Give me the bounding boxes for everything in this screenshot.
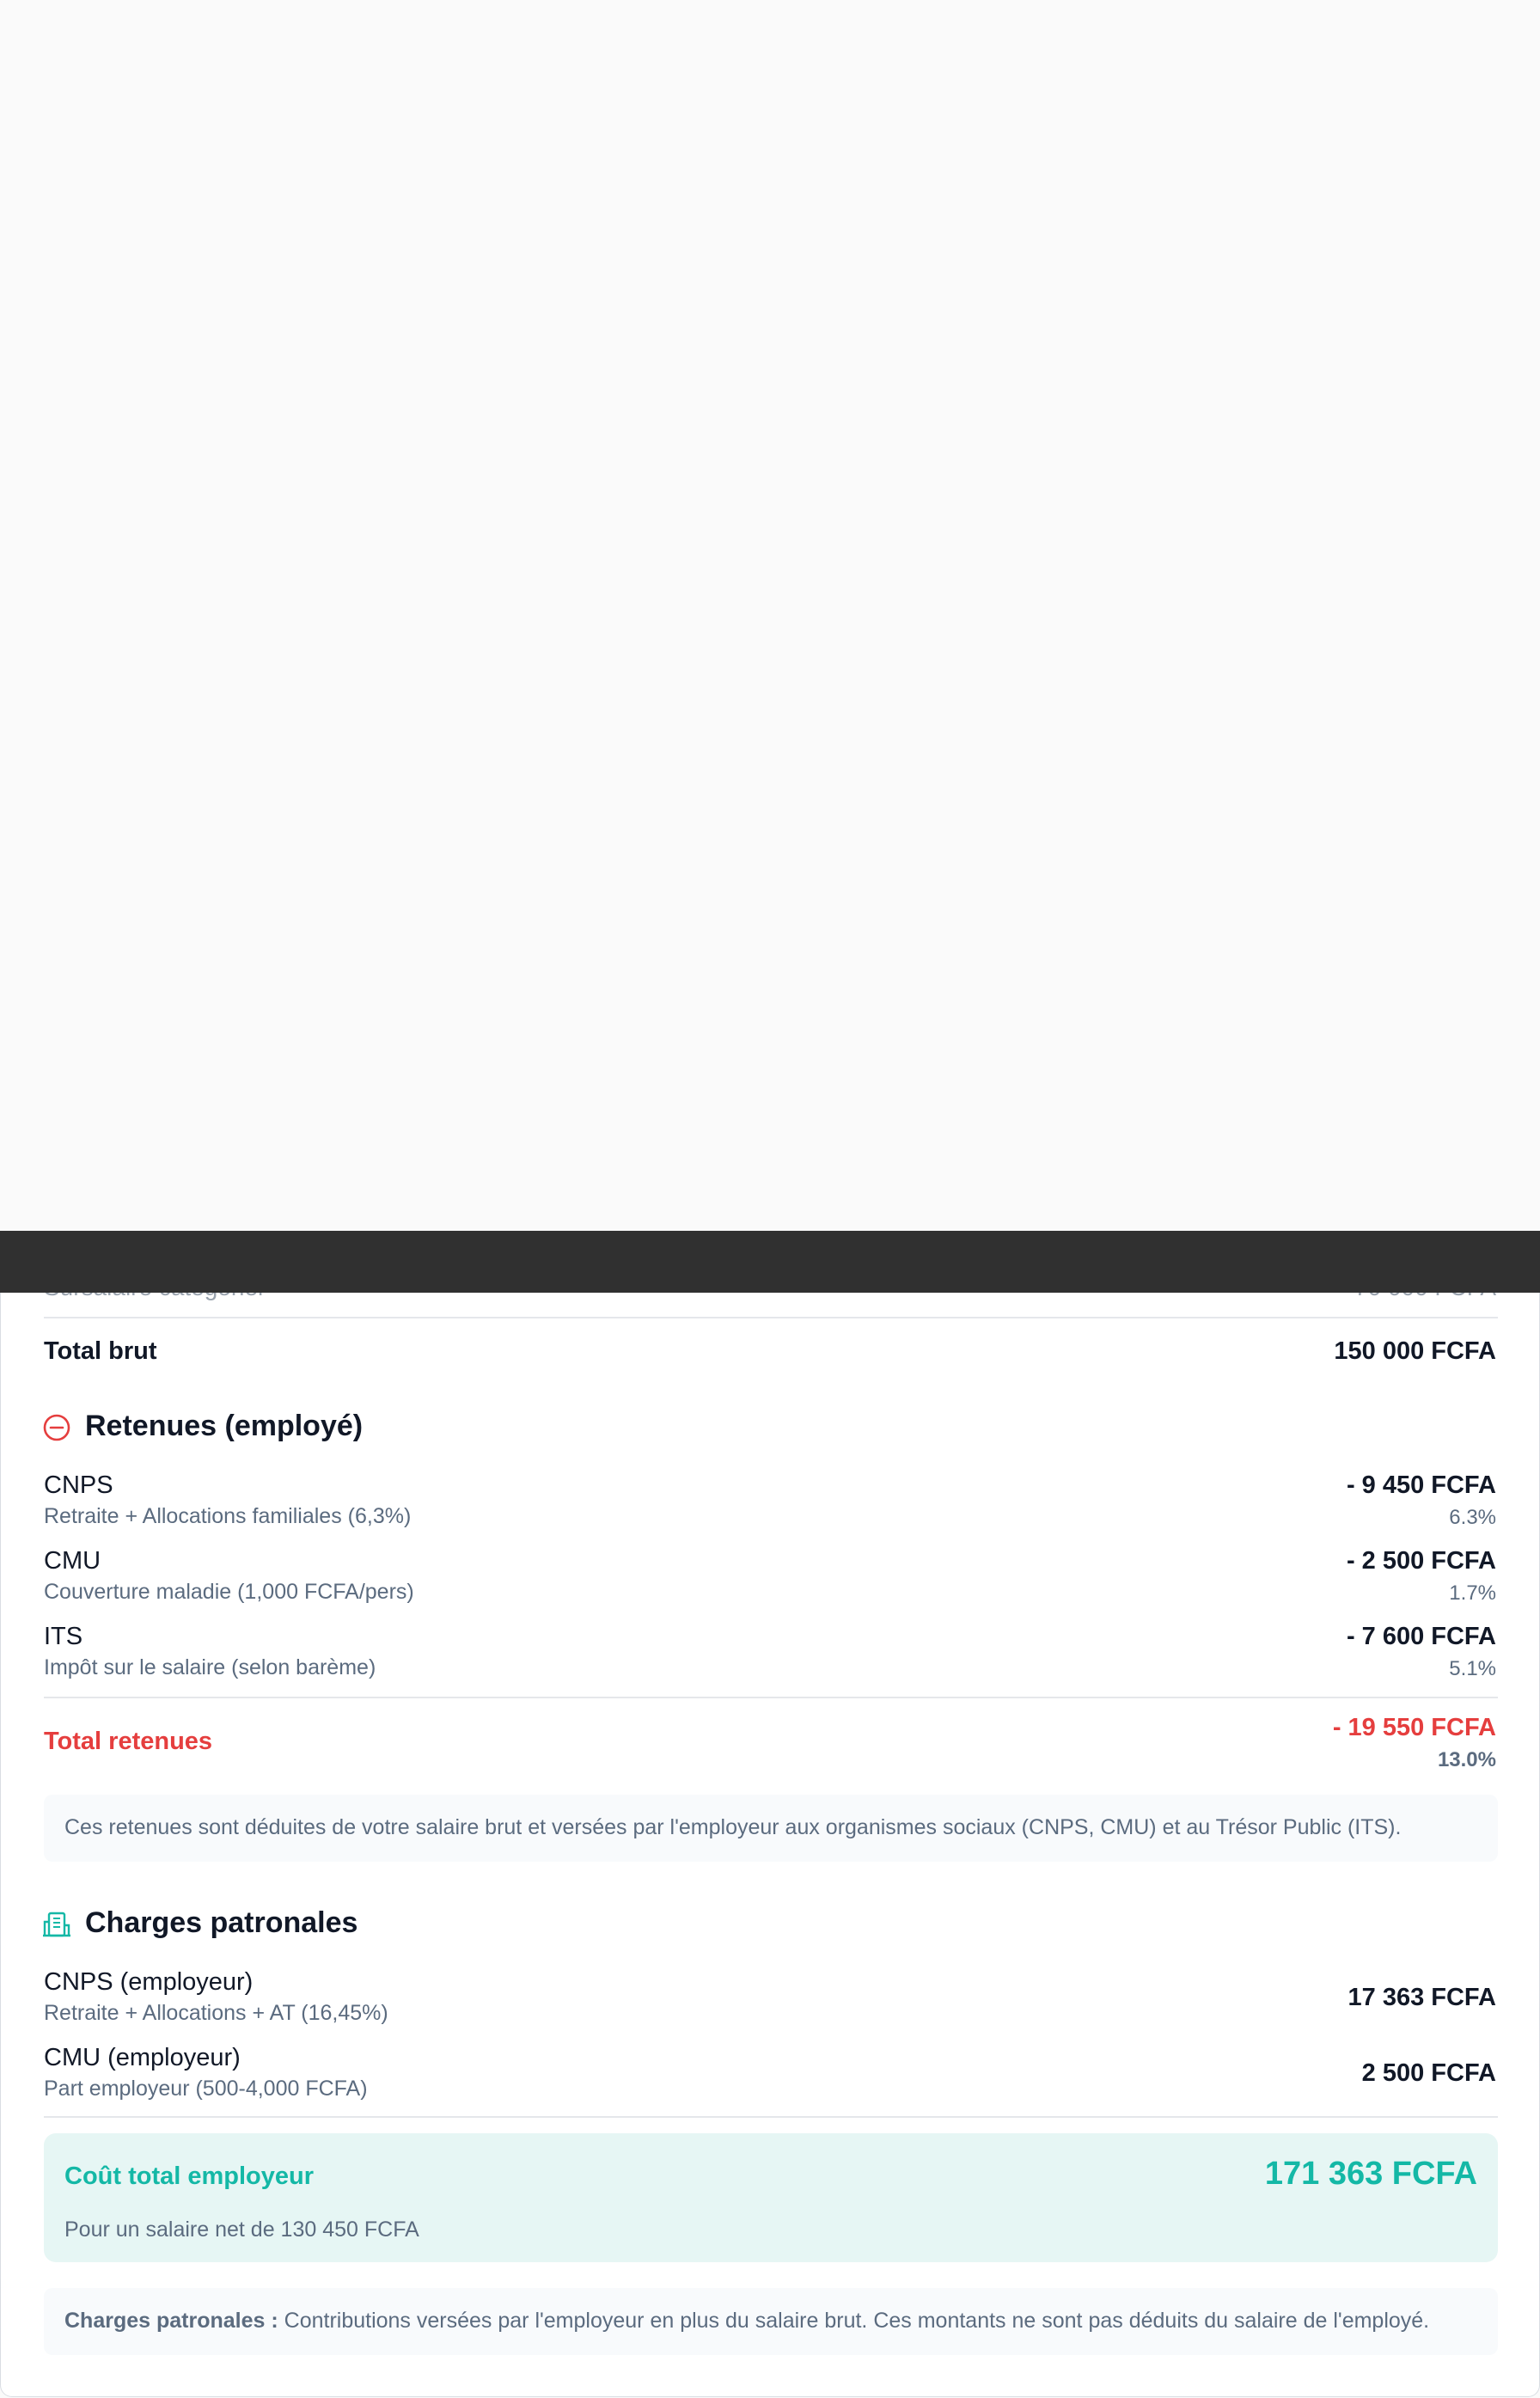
deduction-item-description: Retraite + Allocations familiales (6,3%) <box>44 1504 412 1528</box>
deductions-title: Retenues (employé) <box>85 1410 364 1442</box>
deduction-item-percent: 5.1% <box>1449 1657 1496 1680</box>
deduction-item-description: Couverture maladie (1,000 FCFA/pers) <box>44 1580 414 1604</box>
employer-item-description: Retraite + Allocations + AT (16,45%) <box>44 2001 388 2025</box>
deduction-item-percent: 1.7% <box>1449 1581 1496 1605</box>
building-icon <box>42 1910 71 1939</box>
total-employer-cost-box: Coût total employeur 171 363 FCFA Pour u… <box>44 2133 1498 2262</box>
net-salary-caption: Pour un salaire net de 130 450 FCFA <box>64 2218 419 2242</box>
deduction-item-label: ITS <box>44 1623 83 1650</box>
deduction-item-description: Impôt sur le salaire (selon barème) <box>44 1655 376 1679</box>
employer-item-description: Part employeur (500-4,000 FCFA) <box>44 2077 368 2101</box>
salary-breakdown-card: Sursalaire catégoriel 70 000 FCFA Total … <box>0 1293 1540 2397</box>
total-gross-label: Total brut <box>44 1337 157 1365</box>
employer-note: Charges patronales : Contributions versé… <box>64 2309 1477 2334</box>
employer-note-text: Contributions versées par l'employeur en… <box>278 2309 1430 2333</box>
total-deductions-amount: - 19 550 FCFA <box>1332 1714 1496 1741</box>
overlay-header-bar <box>0 1231 1540 1293</box>
total-employer-cost-label: Coût total employeur <box>64 2162 315 2190</box>
empty-viewport-area <box>0 0 1540 1231</box>
cut-off-label: Sursalaire catégoriel <box>44 1293 263 1301</box>
deduction-item-amount: - 2 500 FCFA <box>1346 1547 1496 1575</box>
deduction-item-label: CNPS <box>44 1471 113 1499</box>
deduction-item-label: CMU <box>44 1547 101 1575</box>
employer-item-label: CNPS (employeur) <box>44 1968 254 1996</box>
employer-item-label: CMU (employeur) <box>44 2044 241 2071</box>
divider <box>44 2116 1498 2118</box>
deduction-item-amount: - 9 450 FCFA <box>1346 1471 1496 1499</box>
minus-circle-icon <box>42 1413 71 1442</box>
employer-note-title: Charges patronales : <box>64 2309 278 2333</box>
deduction-item-amount: - 7 600 FCFA <box>1346 1623 1496 1650</box>
total-deductions-label: Total retenues <box>44 1728 213 1755</box>
employer-item-amount: 17 363 FCFA <box>1348 1984 1496 2011</box>
employer-item-amount: 2 500 FCFA <box>1361 2059 1496 2087</box>
divider <box>44 1697 1498 1698</box>
deductions-info-note: Ces retenues sont déduites de votre sala… <box>44 1795 1498 1862</box>
employer-charges-title: Charges patronales <box>85 1906 358 1939</box>
cut-off-row: Sursalaire catégoriel 70 000 FCFA <box>44 1293 1496 1308</box>
total-gross-value: 150 000 FCFA <box>1334 1337 1496 1365</box>
deductions-note-text: Ces retenues sont déduites de votre sala… <box>64 1815 1402 1839</box>
total-employer-cost-amount: 171 363 FCFA <box>1264 2156 1477 2192</box>
deduction-item-percent: 6.3% <box>1449 1506 1496 1529</box>
total-deductions-percent: 13.0% <box>1437 1748 1496 1771</box>
divider <box>44 1317 1498 1318</box>
cut-off-value: 70 000 FCFA <box>1354 1293 1496 1301</box>
employer-info-note: Charges patronales : Contributions versé… <box>44 2288 1498 2355</box>
